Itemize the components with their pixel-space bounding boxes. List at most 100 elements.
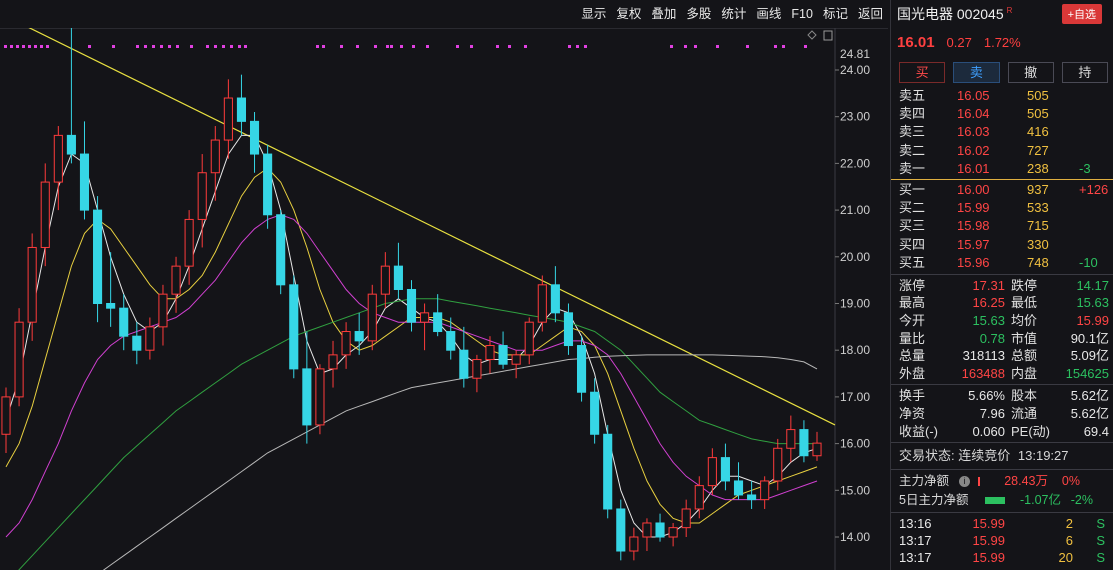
kline-chart-area[interactable]: 显示 复权 叠加 多股 统计 画线 F10 标记 返回 24.00 23.00 22… [0, 0, 888, 570]
price-tick-label: 15.00 [840, 483, 870, 497]
candle-body [302, 368, 312, 426]
ask-price: 16.03 [957, 124, 990, 140]
stat-value: 7.96 [979, 406, 1005, 422]
quote-panel: 国光电器 002045 R +自选 16.01 0.27 1.72% 买 卖 撤… [890, 0, 1113, 570]
stat-value: 5.62亿 [1070, 388, 1109, 404]
bid-row: 买五 15.96 748 -10 [891, 254, 1113, 272]
stat-value: 15.99 [1076, 313, 1109, 329]
ask-label: 卖二 [899, 142, 926, 158]
stat-value: 15.63 [1076, 295, 1109, 311]
price-tick-label: 19.00 [840, 297, 870, 311]
signal-dot [746, 45, 749, 48]
toolbar-draw-line[interactable]: 画线 [751, 0, 786, 28]
candle-body [289, 284, 299, 370]
holdings-button[interactable]: 持 [1061, 62, 1108, 83]
stat-value: 14.17 [1076, 277, 1109, 293]
price-tick-label: 20.00 [840, 250, 870, 264]
candle-body [406, 288, 417, 323]
signal-dot [316, 45, 319, 48]
candle-body [14, 321, 24, 398]
toolbar-f10[interactable]: F10 [786, 0, 818, 28]
signal-dot [524, 45, 527, 48]
candle-body [733, 480, 744, 496]
ask-label: 卖一 [899, 160, 926, 176]
bid-price: 15.97 [957, 236, 990, 252]
candle-body [184, 218, 194, 267]
toolbar-overlay[interactable]: 叠加 [646, 0, 681, 28]
ask-change: -3 [1079, 160, 1091, 176]
add-watchlist-button[interactable]: +自选 [1061, 4, 1102, 24]
stat-row: 总量 318113 总额 5.09亿 [891, 347, 1113, 365]
toolbar-adjust[interactable]: 复权 [611, 0, 646, 28]
bid-row: 买二 15.99 533 [891, 199, 1113, 217]
toolbar-statistics[interactable]: 统计 [716, 0, 751, 28]
signal-dot [190, 45, 193, 48]
tick-row: 13:16 15.99 2 S [891, 515, 1113, 532]
status-time: 13:19:27 [1017, 448, 1069, 464]
tick-price: 15.99 [972, 533, 1005, 549]
candle-body [511, 354, 521, 365]
divider [891, 384, 1113, 386]
ask-volume: 238 [1027, 160, 1049, 176]
bid-price: 15.98 [957, 218, 990, 234]
toolbar-multi-stock[interactable]: 多股 [681, 0, 716, 28]
candle-body [380, 265, 390, 295]
sell-button[interactable]: 卖 [953, 62, 1000, 83]
toolbar-back[interactable]: 返回 [853, 0, 888, 28]
signal-dot [28, 45, 31, 48]
signal-dot [584, 45, 587, 48]
bid-change [1079, 199, 1109, 217]
toolbar-display[interactable]: 显示 [576, 0, 611, 28]
candle-body [354, 331, 364, 342]
ask-label: 卖五 [899, 88, 926, 103]
cancel-order-button[interactable]: 撤 [1007, 62, 1054, 83]
signal-dot [774, 45, 777, 48]
signal-dot [152, 45, 155, 48]
signal-dot [470, 45, 473, 48]
bid-label: 买一 [899, 181, 926, 197]
moving-average-line [18, 298, 817, 570]
price-tick-label: 17.00 [840, 390, 870, 404]
buy-button[interactable]: 买 [899, 62, 946, 83]
main-flow-row: 主力净额 i 28.43万 0% [891, 472, 1113, 491]
top-price-tag: 24.81 [840, 47, 871, 61]
stat-label: 最高 [899, 295, 926, 311]
trade-actions: 买 卖 撤 持 [891, 56, 1113, 87]
signal-dot [576, 45, 579, 48]
bid-label: 买三 [899, 218, 926, 234]
bid-change: +126 [1079, 181, 1109, 197]
candle-body [707, 457, 717, 487]
signal-dot [716, 45, 719, 48]
toolbar-mark[interactable]: 标记 [818, 0, 853, 28]
tick-volume: 20 [1058, 550, 1073, 566]
stock-header: 国光电器 002045 R +自选 [891, 0, 1113, 28]
stock-name: 国光电器 002045 [897, 6, 1004, 22]
bid-volume: 937 [1027, 181, 1049, 197]
candle-body [550, 284, 560, 314]
price-change-pct: 1.72% [983, 34, 1021, 50]
stat-label: 收益(-) [899, 423, 938, 439]
ask-price: 16.05 [957, 88, 990, 103]
candle-body [747, 494, 757, 501]
signal-dot [176, 45, 179, 48]
tick-time: 13:17 [899, 533, 932, 549]
signal-dot [222, 45, 225, 48]
kline-svg[interactable]: 24.00 23.00 22.00 21.00 20.00 19.00 18.00 17.00… [0, 28, 888, 570]
window-icon [823, 30, 833, 41]
stat-label: 流通 [1011, 406, 1038, 422]
bid-label: 买二 [899, 200, 926, 216]
price-line: 16.01 0.27 1.72% [891, 28, 1113, 56]
stats-table: 涨停 17.31 跌停 14.17 最高 16.25 最低 15.63 今开 15.63 均价 15.… [891, 277, 1113, 383]
signal-dot [112, 45, 115, 48]
bid-price: 15.99 [957, 200, 990, 216]
tick-side: S [1096, 516, 1105, 532]
ask-label: 卖三 [899, 124, 926, 140]
info-icon[interactable]: i [959, 476, 970, 488]
fundamentals-table: 换手 5.66% 股本 5.62亿 净资 7.96 流通 5.62亿 收益(-) 0.060 PE(… [891, 387, 1113, 440]
signal-dot [386, 45, 389, 48]
candle-body [655, 522, 665, 538]
ask-row: 卖一 16.01 238 -3 [891, 160, 1113, 178]
candle-body [79, 153, 90, 211]
stat-label: 跌停 [1011, 277, 1038, 293]
candle-body [420, 312, 430, 323]
